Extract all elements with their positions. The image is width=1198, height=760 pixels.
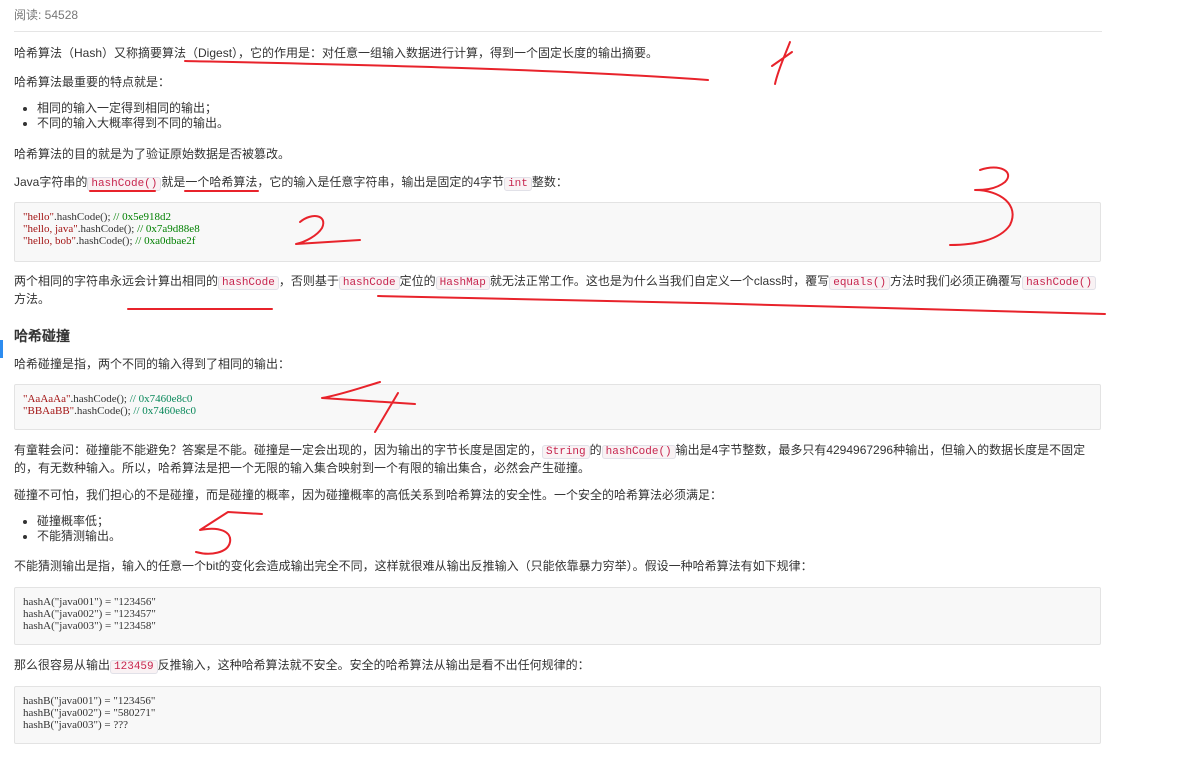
list-item: 不同的输入大概率得到不同的输出。 xyxy=(37,116,229,131)
para-cannot-avoid: 有童鞋会问：碰撞能不能避免？答案是不能。碰撞是一定会出现的，因为输出的字节长度是… xyxy=(14,443,1086,475)
list-item: 相同的输入一定得到相同的输出； xyxy=(37,101,229,116)
para-collision-def: 哈希碰撞是指，两个不同的输入得到了相同的输出： xyxy=(14,357,291,371)
para-probability: 碰撞不可怕，我们担心的不是碰撞，而是碰撞的概率，因为碰撞概率的高低关系到哈希算法… xyxy=(14,488,723,502)
number-mark-5 xyxy=(195,511,263,555)
inline-code: equals() xyxy=(829,276,891,290)
code-block-hashcode: "hello".hashCode(); // 0x5e918d2 "hello,… xyxy=(14,202,1101,262)
feature-list: 相同的输入一定得到相同的输出； 不同的输入大概率得到不同的输出。 xyxy=(14,101,229,131)
para-features-intro: 哈希算法最重要的特点就是： xyxy=(14,75,171,89)
para-insecure: 那么很容易从输出 123459 反推输入，这种哈希算法就不安全。安全的哈希算法从输出… xyxy=(14,658,590,674)
code-block-collision: "AaAaAa".hashCode(); // 0x7460e8c0 "BBAa… xyxy=(14,384,1101,430)
inline-code: hashCode() xyxy=(87,177,162,191)
para-hash-definition: 哈希算法（Hash）又称摘要算法（Digest），它的作用是：对任意一组输入数据… xyxy=(14,46,659,60)
read-count: 阅读: 54528 xyxy=(14,8,79,22)
list-item: 不能猜测输出。 xyxy=(37,529,121,544)
para-purpose: 哈希算法的目的就是为了验证原始数据是否被篡改。 xyxy=(14,147,291,161)
inline-code: String xyxy=(542,445,590,459)
requirement-list: 碰撞概率低； 不能猜测输出。 xyxy=(14,514,121,544)
divider xyxy=(14,31,1102,32)
inline-code: HashMap xyxy=(435,276,490,290)
side-indicator xyxy=(0,340,3,358)
inline-code: 123459 xyxy=(110,660,158,674)
para-same-string: 两个相同的字符串永远会计算出相同的 hashCode ，否则基于 hashCode 定位… xyxy=(14,273,1100,307)
code-block-hashB: hashB("java001") = "123456" hashB("java0… xyxy=(14,686,1101,744)
inline-code: int xyxy=(504,177,532,191)
inline-code: hashCode() xyxy=(1022,276,1097,290)
inline-code: hashCode xyxy=(338,276,400,290)
code-block-hashA: hashA("java001") = "123456" hashA("java0… xyxy=(14,587,1101,645)
list-item: 碰撞概率低； xyxy=(37,514,121,529)
para-java-hashcode: Java字符串的 hashCode() 就是一个哈希算法，它的输入是任意字符串，输出… xyxy=(14,175,568,191)
inline-code: hashCode() xyxy=(601,445,676,459)
para-unpredictable: 不能猜测输出是指，输入的任意一个bit的变化会造成输出完全不同，这样就很难从输出… xyxy=(14,559,813,573)
section-heading-collision: 哈希碰撞 xyxy=(14,328,70,344)
inline-code: hashCode xyxy=(218,276,279,290)
